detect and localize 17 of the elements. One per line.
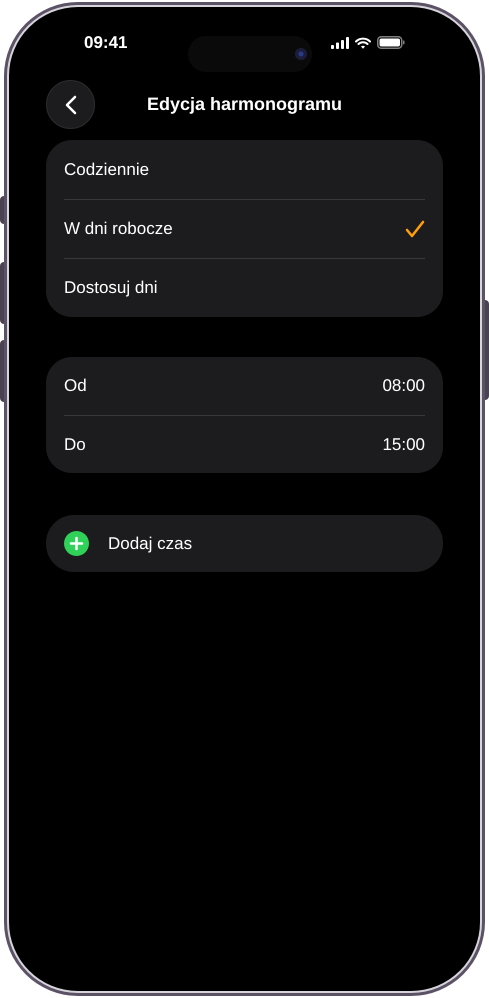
time-value[interactable]: 15:00 <box>382 432 425 458</box>
status-time: 09:41 <box>84 32 128 54</box>
option-row[interactable]: Codziennie <box>64 140 425 199</box>
camera-icon <box>294 47 308 61</box>
back-button[interactable] <box>46 80 95 129</box>
time-label: Od <box>64 375 87 398</box>
plus-icon <box>64 531 89 556</box>
chevron-left-icon <box>64 94 76 114</box>
signal-icon <box>331 36 349 48</box>
battery-icon <box>377 36 405 49</box>
screen-title: Edycja harmonogramu <box>146 92 342 116</box>
option-row[interactable]: Dostosuj dni <box>64 258 425 317</box>
add-time-button[interactable]: Dodaj czas <box>46 515 443 572</box>
time-label: Do <box>64 434 86 456</box>
wifi-icon <box>355 36 371 48</box>
option-row[interactable]: W dni robocze <box>64 199 425 258</box>
time-value[interactable]: 08:00 <box>382 373 425 399</box>
